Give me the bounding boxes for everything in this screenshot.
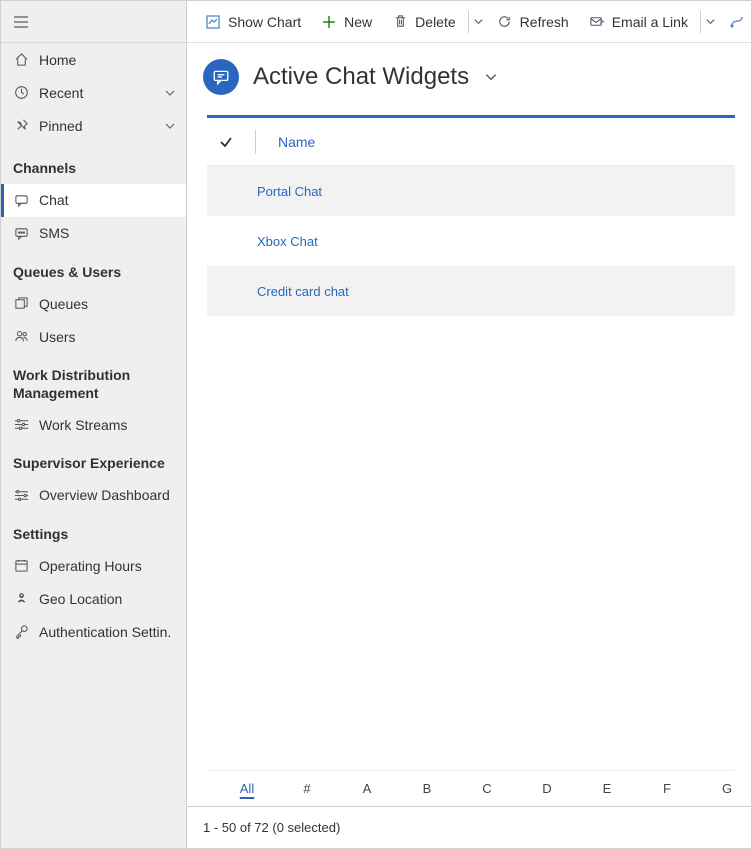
- location-icon: [13, 591, 29, 607]
- nav-work-streams-label: Work Streams: [39, 417, 176, 433]
- nav-overview-dashboard[interactable]: Overview Dashboard: [1, 479, 186, 512]
- section-header-supervisor: Supervisor Experience: [1, 441, 186, 479]
- table-row[interactable]: Credit card chat: [207, 266, 735, 316]
- work-streams-icon: [13, 417, 29, 433]
- letter-b[interactable]: B: [397, 781, 457, 796]
- chevron-down-icon: [164, 120, 176, 132]
- letter-hash[interactable]: #: [277, 781, 337, 796]
- refresh-icon: [497, 14, 513, 30]
- nav-chat[interactable]: Chat: [1, 184, 186, 217]
- nav-operating-hours[interactable]: Operating Hours: [1, 549, 186, 582]
- cmd-delete-dropdown[interactable]: [470, 1, 486, 42]
- clock-icon: [13, 85, 29, 101]
- table-row[interactable]: Xbox Chat: [207, 216, 735, 266]
- command-bar: Show Chart New Delete: [187, 1, 751, 43]
- cell-name: Credit card chat: [257, 284, 349, 299]
- table-row[interactable]: Portal Chat: [207, 166, 735, 216]
- email-icon: [589, 14, 605, 30]
- cmd-email-dropdown[interactable]: [703, 1, 719, 42]
- grid: Name Portal Chat Xbox Chat Credit card c…: [187, 115, 751, 806]
- section-header-wdm: Work Distribution Management: [1, 353, 186, 408]
- nav-sms-label: SMS: [39, 225, 176, 241]
- nav-auth-label: Authentication Settin.: [39, 624, 176, 640]
- column-divider: [255, 130, 256, 154]
- cmd-delete-label: Delete: [415, 14, 455, 30]
- nav-pinned-label: Pinned: [39, 118, 154, 134]
- users-icon: [13, 329, 29, 345]
- nav-sms[interactable]: SMS: [1, 217, 186, 250]
- cmd-email-label: Email a Link: [612, 14, 688, 30]
- cmd-email-link[interactable]: Email a Link: [579, 1, 698, 42]
- cmd-refresh[interactable]: Refresh: [487, 1, 579, 42]
- nav-home-label: Home: [39, 52, 176, 68]
- calendar-icon: [13, 558, 29, 574]
- cmd-show-chart[interactable]: Show Chart: [195, 1, 311, 42]
- chevron-down-icon: [484, 63, 498, 90]
- plus-icon: [321, 14, 337, 30]
- sidebar: Home Recent Pinned Channels Cha: [1, 1, 187, 848]
- letter-g[interactable]: G: [697, 781, 751, 796]
- cmd-flow[interactable]: [719, 1, 751, 42]
- separator: [700, 11, 701, 33]
- nav-work-streams[interactable]: Work Streams: [1, 408, 186, 441]
- chevron-down-icon: [164, 87, 176, 99]
- key-icon: [13, 624, 29, 640]
- nav-home[interactable]: Home: [1, 43, 186, 76]
- nav-overview-dashboard-label: Overview Dashboard: [39, 487, 176, 503]
- grid-header: Name: [207, 118, 735, 166]
- nav-users-label: Users: [39, 329, 176, 345]
- select-all-column[interactable]: [219, 135, 233, 149]
- letter-a[interactable]: A: [337, 781, 397, 796]
- main-area: Show Chart New Delete: [187, 1, 751, 848]
- nav-recent[interactable]: Recent: [1, 76, 186, 109]
- letter-e[interactable]: E: [577, 781, 637, 796]
- cmd-new-label: New: [344, 14, 372, 30]
- chat-icon: [13, 192, 29, 208]
- cmd-new[interactable]: New: [311, 1, 382, 42]
- hamburger-button[interactable]: [1, 1, 186, 43]
- nav-queues[interactable]: Queues: [1, 287, 186, 320]
- cell-name: Portal Chat: [257, 184, 322, 199]
- chart-icon: [205, 14, 221, 30]
- nav-op-hours-label: Operating Hours: [39, 558, 176, 574]
- nav-auth-settings[interactable]: Authentication Settin.: [1, 615, 186, 648]
- pin-icon: [13, 118, 29, 134]
- cmd-refresh-label: Refresh: [520, 14, 569, 30]
- section-header-settings: Settings: [1, 512, 186, 550]
- grid-body: Portal Chat Xbox Chat Credit card chat: [207, 166, 735, 770]
- page-title-row: Active Chat Widgets: [187, 43, 751, 115]
- nav-pinned[interactable]: Pinned: [1, 109, 186, 142]
- home-icon: [13, 52, 29, 68]
- sms-icon: [13, 225, 29, 241]
- flow-icon: [729, 14, 745, 30]
- separator: [468, 11, 469, 33]
- letter-c[interactable]: C: [457, 781, 517, 796]
- cell-name: Xbox Chat: [257, 234, 318, 249]
- letter-all[interactable]: All: [217, 781, 277, 796]
- status-bar: 1 - 50 of 72 (0 selected): [187, 806, 751, 848]
- cmd-show-chart-label: Show Chart: [228, 14, 301, 30]
- letter-d[interactable]: D: [517, 781, 577, 796]
- entity-badge: [203, 59, 239, 95]
- queues-icon: [13, 296, 29, 312]
- letter-f[interactable]: F: [637, 781, 697, 796]
- letter-index: All # A B C D E F G: [207, 770, 735, 806]
- trash-icon: [392, 14, 408, 30]
- section-header-channels: Channels: [1, 142, 186, 184]
- page-title-text: Active Chat Widgets: [253, 63, 469, 90]
- column-header-name[interactable]: Name: [278, 134, 315, 150]
- cmd-delete[interactable]: Delete: [382, 1, 465, 42]
- page-title[interactable]: Active Chat Widgets: [253, 63, 498, 91]
- dashboard-icon: [13, 487, 29, 503]
- hamburger-icon: [13, 14, 29, 30]
- nav-geo-label: Geo Location: [39, 591, 176, 607]
- status-text: 1 - 50 of 72 (0 selected): [203, 820, 340, 835]
- nav-chat-label: Chat: [39, 192, 176, 208]
- nav-users[interactable]: Users: [1, 320, 186, 353]
- section-header-queues: Queues & Users: [1, 250, 186, 288]
- nav-queues-label: Queues: [39, 296, 176, 312]
- nav-geo-location[interactable]: Geo Location: [1, 582, 186, 615]
- nav-recent-label: Recent: [39, 85, 154, 101]
